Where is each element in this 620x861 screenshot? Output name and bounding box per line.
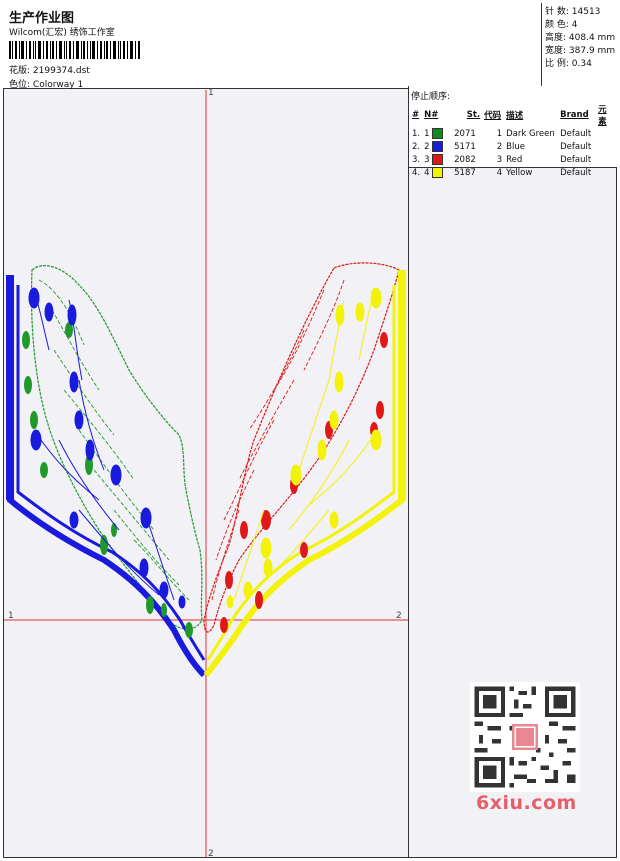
axis-label-right: 2 <box>396 611 402 621</box>
col-stitch: St. <box>466 110 481 120</box>
axis-label-top: 1 <box>208 88 214 98</box>
stat-scale: 比 例: 0.34 <box>545 59 592 69</box>
stop-sequence-legend: 停止顺序: # N# St. 代码 描述 Brand 元素 1. 1 2071 … <box>408 86 617 178</box>
barcode-icon <box>9 41 140 59</box>
qr-code-icon <box>470 682 580 792</box>
col-num: N# <box>424 110 439 120</box>
legend-row: 3. 3 2082 3 Red Default <box>412 154 592 165</box>
design-label: 花版: <box>9 66 31 76</box>
colorway-value: Colorway 1 <box>32 80 84 90</box>
col-element: 元素 <box>598 105 607 127</box>
stat-colors: 颜 色: 4 <box>545 20 578 30</box>
col-code: 代码 <box>484 111 502 121</box>
legend-header-row: # N# St. 代码 描述 Brand 元素 <box>410 103 617 127</box>
legend-row: 1. 1 2071 1 Dark Green Default <box>412 128 592 139</box>
stat-stitches: 针 数: 14513 <box>545 7 601 17</box>
design-filename: 2199374.dst <box>32 66 90 76</box>
axis-label-bottom: 2 <box>208 849 214 859</box>
right-wing-design <box>203 262 406 677</box>
embroidery-design-canvas <box>4 90 408 858</box>
watermark-logo: 6xiu.com <box>476 792 577 814</box>
col-seq: # <box>412 110 420 120</box>
color-swatch <box>432 141 444 152</box>
header-panel: 生产作业图 Wilcom(汇宏) 绣饰工作室 花版: 2199374.dst 色… <box>3 3 617 90</box>
legend-heading: 停止顺序: <box>411 92 451 102</box>
color-swatch <box>432 154 444 165</box>
stats-panel: 针 数: 14513 颜 色: 4 高度: 408.4 mm 宽度: 387.9… <box>541 3 617 89</box>
col-desc: 描述 <box>506 111 524 121</box>
colorway-label: 色位: <box>9 80 31 90</box>
legend-row: 2. 2 5171 2 Blue Default <box>412 141 592 152</box>
stat-width: 宽度: 387.9 mm <box>545 46 616 56</box>
stat-height: 高度: 408.4 mm <box>545 33 616 43</box>
studio-subtitle: Wilcom(汇宏) 绣饰工作室 <box>9 28 115 38</box>
colorway-line: 色位: Colorway 1 <box>9 77 83 90</box>
design-file-line: 花版: 2199374.dst <box>9 63 90 76</box>
col-brand: Brand <box>560 110 589 120</box>
axis-label-left: 1 <box>8 611 14 621</box>
page-title: 生产作业图 <box>9 11 75 26</box>
left-wing-design <box>6 265 207 678</box>
color-swatch <box>432 128 444 139</box>
